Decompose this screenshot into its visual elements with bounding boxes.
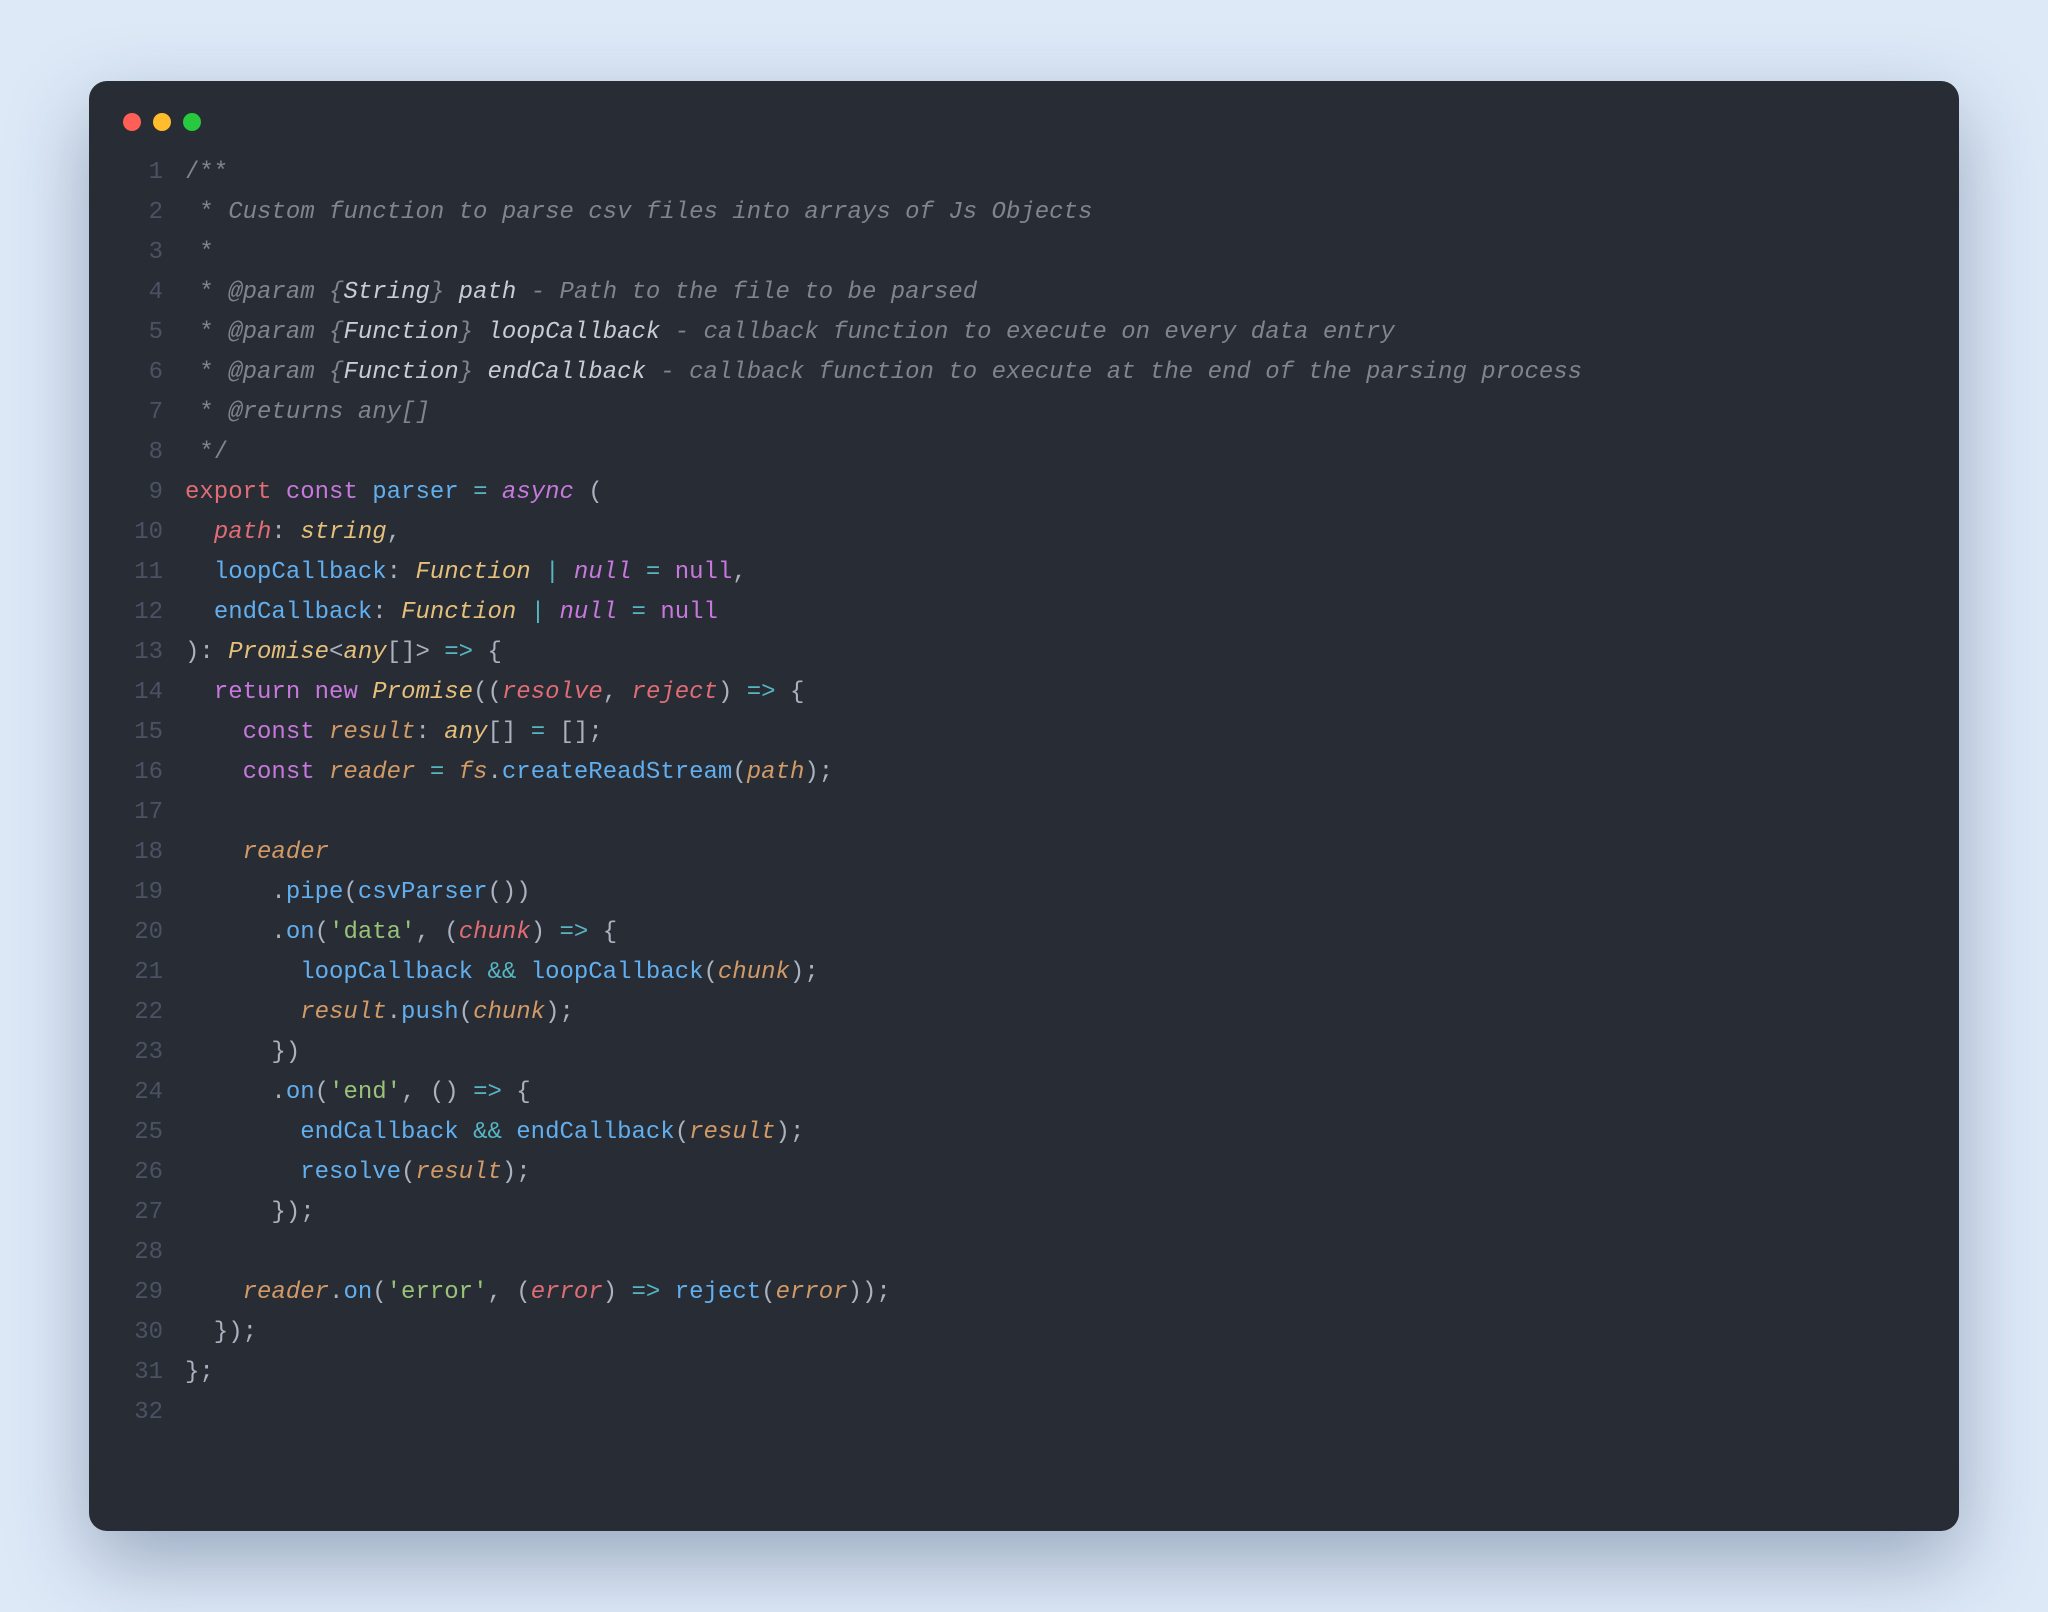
zoom-icon[interactable]	[183, 113, 201, 131]
line-number: 10	[119, 513, 163, 553]
code-line: });	[185, 1193, 1582, 1233]
line-number: 14	[119, 673, 163, 713]
code-line	[185, 1233, 1582, 1273]
code-line: .on('end', () => {	[185, 1073, 1582, 1113]
code-window: 1234567891011121314151617181920212223242…	[89, 81, 1959, 1531]
code-line: const reader = fs.createReadStream(path)…	[185, 753, 1582, 793]
code-line: .pipe(csvParser())	[185, 873, 1582, 913]
code-line: ): Promise<any[]> => {	[185, 633, 1582, 673]
line-number: 9	[119, 473, 163, 513]
line-number: 1	[119, 153, 163, 193]
line-number: 6	[119, 353, 163, 393]
code-line: reader	[185, 833, 1582, 873]
line-number: 7	[119, 393, 163, 433]
code-line: loopCallback && loopCallback(chunk);	[185, 953, 1582, 993]
code-line: path: string,	[185, 513, 1582, 553]
code-editor: 1234567891011121314151617181920212223242…	[119, 153, 1929, 1433]
line-number: 27	[119, 1193, 163, 1233]
code-line: endCallback: Function | null = null	[185, 593, 1582, 633]
line-number: 16	[119, 753, 163, 793]
line-number: 5	[119, 313, 163, 353]
code-line: * @returns any[]	[185, 393, 1582, 433]
code-line: loopCallback: Function | null = null,	[185, 553, 1582, 593]
line-number: 17	[119, 793, 163, 833]
code-line: const result: any[] = [];	[185, 713, 1582, 753]
line-number: 32	[119, 1393, 163, 1433]
code-line: .on('data', (chunk) => {	[185, 913, 1582, 953]
line-number: 29	[119, 1273, 163, 1313]
line-number: 13	[119, 633, 163, 673]
window-titlebar	[119, 109, 1929, 153]
code-line: resolve(result);	[185, 1153, 1582, 1193]
code-line: });	[185, 1313, 1582, 1353]
line-number: 30	[119, 1313, 163, 1353]
code-content: /** * Custom function to parse csv files…	[185, 153, 1582, 1433]
code-line: * @param {String} path - Path to the fil…	[185, 273, 1582, 313]
code-line: return new Promise((resolve, reject) => …	[185, 673, 1582, 713]
close-icon[interactable]	[123, 113, 141, 131]
line-number: 15	[119, 713, 163, 753]
code-line: export const parser = async (	[185, 473, 1582, 513]
code-line: */	[185, 433, 1582, 473]
line-number: 4	[119, 273, 163, 313]
line-number: 3	[119, 233, 163, 273]
line-number: 21	[119, 953, 163, 993]
line-number: 18	[119, 833, 163, 873]
code-line: /**	[185, 153, 1582, 193]
line-number: 26	[119, 1153, 163, 1193]
line-number: 23	[119, 1033, 163, 1073]
line-number: 2	[119, 193, 163, 233]
code-line: *	[185, 233, 1582, 273]
minimize-icon[interactable]	[153, 113, 171, 131]
line-number: 24	[119, 1073, 163, 1113]
code-line: })	[185, 1033, 1582, 1073]
code-line: result.push(chunk);	[185, 993, 1582, 1033]
code-line	[185, 1393, 1582, 1433]
line-number-gutter: 1234567891011121314151617181920212223242…	[119, 153, 185, 1433]
line-number: 8	[119, 433, 163, 473]
code-line: reader.on('error', (error) => reject(err…	[185, 1273, 1582, 1313]
code-line: endCallback && endCallback(result);	[185, 1113, 1582, 1153]
line-number: 11	[119, 553, 163, 593]
line-number: 31	[119, 1353, 163, 1393]
line-number: 22	[119, 993, 163, 1033]
line-number: 20	[119, 913, 163, 953]
line-number: 28	[119, 1233, 163, 1273]
line-number: 12	[119, 593, 163, 633]
code-line: * @param {Function} loopCallback - callb…	[185, 313, 1582, 353]
code-line: * @param {Function} endCallback - callba…	[185, 353, 1582, 393]
code-line: };	[185, 1353, 1582, 1393]
line-number: 19	[119, 873, 163, 913]
code-line: * Custom function to parse csv files int…	[185, 193, 1582, 233]
line-number: 25	[119, 1113, 163, 1153]
code-line	[185, 793, 1582, 833]
